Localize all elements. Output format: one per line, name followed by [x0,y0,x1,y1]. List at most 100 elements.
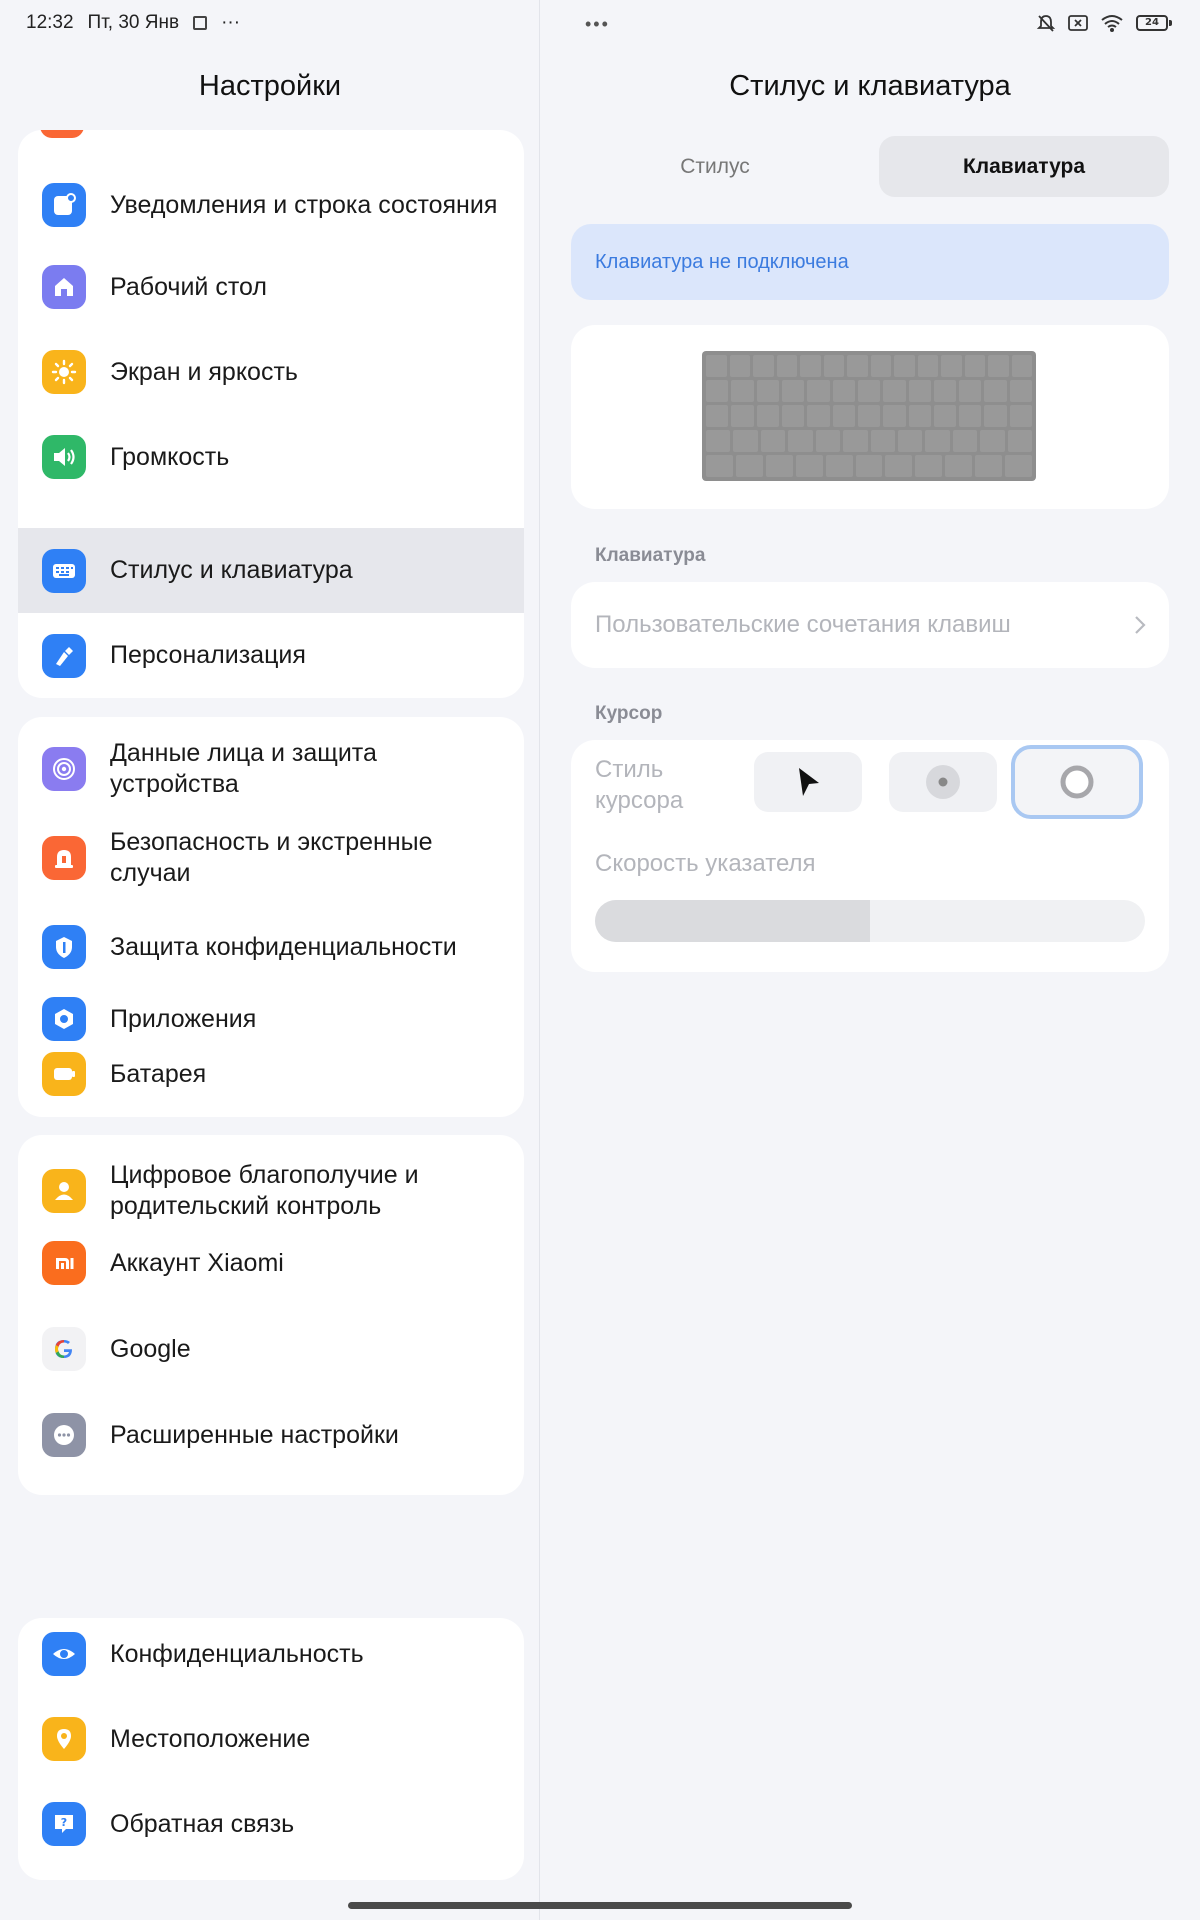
keyboard-key [917,355,938,377]
keyboard-key [731,380,754,402]
keyboard-key [915,455,943,477]
settings-item-label: Стилус и клавиатура [110,556,353,584]
banner-text: Клавиатура не подключена [595,250,849,273]
keyboard-key [952,430,978,452]
settings-item-location[interactable]: Местоположение [18,1709,524,1769]
mute-icon [1036,15,1056,32]
keyboard-key [729,355,750,377]
more-icon [42,1413,86,1457]
settings-item-xiaomi-account[interactable]: Аккаунт Xiaomi [18,1233,524,1293]
partial-item-icon [40,130,84,138]
keyboard-key [964,355,985,377]
settings-item-label: Данные лица и защита устройства [110,739,377,798]
settings-group-3: Цифровое благополучие и родительский кон… [18,1135,524,1495]
settings-item-volume[interactable]: Громкость [18,427,524,487]
keyboard-key [1009,405,1033,427]
keyboard-key [832,380,855,402]
settings-item-notifications[interactable]: Уведомления и строка состояния [18,162,524,248]
keyboard-key [832,405,855,427]
keyboard-key [855,455,883,477]
keyboard-key [781,380,805,402]
location-icon [42,1717,86,1761]
settings-item-label: Рабочий стол [110,272,267,301]
multiwindow-dots[interactable]: ••• [585,14,610,35]
svg-text:?: ? [61,1816,67,1829]
settings-item-label: Цифровое благополучие и родительский кон… [110,1161,419,1220]
keyboard-row [706,380,1033,402]
settings-item-home[interactable]: Рабочий стол [18,257,524,317]
keyboard-key [959,380,982,402]
settings-item-label: Приложения [110,1004,257,1033]
keyboard-key [847,355,868,377]
settings-item-label: Google [110,1334,191,1363]
keyboard-key [857,380,881,402]
pointer-speed-slider[interactable] [595,900,1145,942]
keyboard-key [706,455,733,477]
settings-item-apps[interactable]: Приложения [18,989,524,1049]
settings-item-privacy[interactable]: Конфиденциальность [18,1624,524,1684]
settings-item-emergency[interactable]: Безопасность и экстренные случаи [18,826,524,890]
keyboard-row [706,455,1032,477]
pointer-speed-label: Скорость указателя [595,850,816,877]
home-indicator[interactable] [348,1902,852,1909]
settings-item-privacy-protection[interactable]: Защита конфиденциальности [18,915,524,979]
chevron-right-icon [1135,616,1146,634]
keyboard-key [815,430,841,452]
custom-shortcuts-label: Пользовательские сочетания клавиш [595,611,1011,638]
keyboard-row [706,430,1033,452]
keyboard-key [765,455,793,477]
settings-item-battery[interactable]: Батарея [18,1044,524,1104]
settings-item-wellbeing[interactable]: Цифровое благополучие и родительский кон… [18,1159,524,1223]
dot-cursor-icon [926,765,960,799]
tab-stylus[interactable]: Стилус [570,136,860,197]
settings-group-1: Уведомления и строка состояния Рабочий с… [18,130,524,698]
sun-icon [42,350,86,394]
battery-icon [42,1052,86,1096]
tab-keyboard[interactable]: Клавиатура [879,136,1169,197]
battery-indicator: 24 [1136,15,1172,31]
keyboard-key [883,405,906,427]
settings-item-feedback[interactable]: ? Обратная связь [18,1794,524,1854]
keyboard-key [883,380,906,402]
volume-icon [42,435,86,479]
settings-item-display[interactable]: Экран и яркость [18,342,524,402]
keyboard-key [870,355,891,377]
settings-item-stylus-keyboard[interactable]: Стилус и клавиатура [18,528,524,613]
google-icon [42,1327,86,1371]
keyboard-row [706,355,1032,377]
keyboard-key [807,380,830,402]
keyboard-key [908,380,931,402]
pointer-speed-fill [595,900,870,942]
settings-item-google[interactable]: Google [18,1319,524,1379]
no-sim-icon [1068,15,1088,31]
keyboard-key [706,355,727,377]
settings-item-personalization[interactable]: Персонализация [18,613,524,698]
keyboard-key [825,455,853,477]
cursor-style-label: Стиль курсора [595,756,684,814]
keyboard-key [706,430,731,452]
cursor-option-ring[interactable] [1011,745,1143,819]
settings-item-advanced[interactable]: Расширенные настройки [18,1405,524,1465]
keyboard-key [1011,355,1032,377]
keyboard-key [885,455,913,477]
emergency-icon [42,836,86,880]
keyboard-preview-card [571,325,1169,509]
cursor-option-arrow[interactable] [754,752,862,812]
settings-item-label: Расширенные настройки [110,1420,399,1449]
settings-item-face-data[interactable]: Данные лица и защита устройства [18,737,524,801]
settings-group-4: Конфиденциальность Местоположение ? Обра… [18,1618,524,1880]
settings-item-label: Безопасность и экстренные случаи [110,828,433,887]
wifi-icon [1101,15,1123,32]
keyboard-key [933,405,957,427]
keyboard-key [870,430,895,452]
section-label-keyboard: Клавиатура [595,545,706,566]
keyboard-key [706,380,729,402]
custom-shortcuts-row[interactable]: Пользовательские сочетания клавиш [571,582,1169,668]
settings-list[interactable]: Уведомления и строка состояния Рабочий с… [0,130,540,1880]
notifications-icon [42,183,86,227]
battery-level: 24 [1136,15,1168,31]
wellbeing-icon [42,1169,86,1213]
cursor-option-dot[interactable] [889,752,997,812]
home-icon [42,265,86,309]
keyboard-status-banner: Клавиатура не подключена [571,224,1169,300]
